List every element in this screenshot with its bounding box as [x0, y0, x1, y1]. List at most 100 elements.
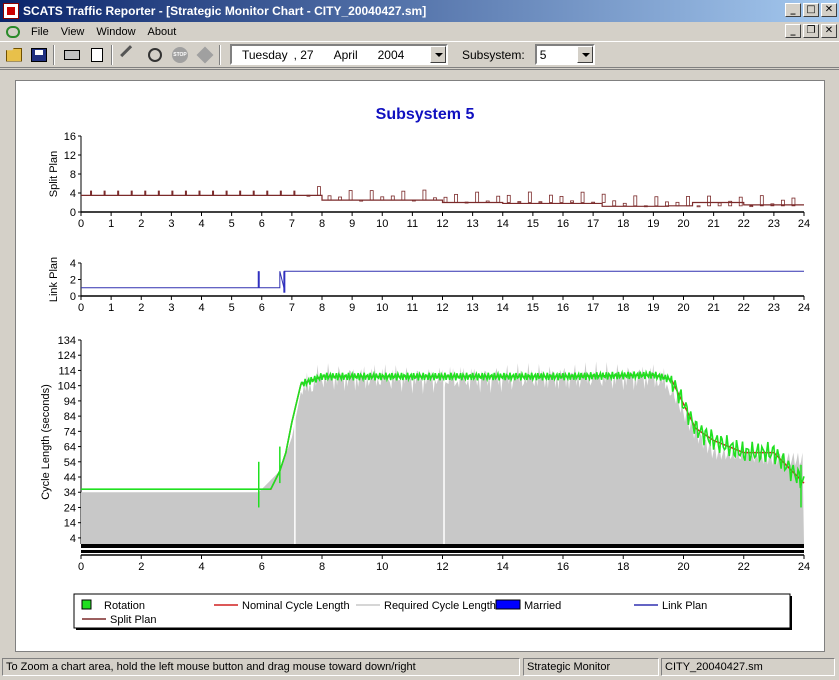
print-button[interactable] [61, 44, 83, 66]
split-plan-step [475, 191, 480, 203]
y-tick-label-2: 64 [64, 442, 76, 454]
window-title: SCATS Traffic Reporter - [Strategic Moni… [23, 4, 427, 18]
required-cycle-area [81, 361, 804, 544]
mdi-minimize-button[interactable]: _ [785, 24, 801, 38]
y-tick-label-0: 4 [70, 188, 76, 200]
tools-button[interactable] [119, 44, 141, 66]
x-tick-label-0: 20 [677, 218, 689, 230]
mdi-restore-button[interactable]: ❐ [803, 24, 819, 38]
x-tick-label-0: 23 [768, 218, 780, 230]
y-tick-label-0: 16 [64, 131, 76, 143]
close-button[interactable]: ✕ [821, 3, 837, 17]
legend-label-0: Rotation [104, 600, 145, 612]
split-plan-step [198, 190, 201, 196]
x-tick-label-0: 17 [587, 218, 599, 230]
split-plan-step [496, 195, 501, 203]
subsystem-dropdown-arrow[interactable] [576, 46, 593, 63]
toolbar-separator [111, 44, 113, 65]
y-axis-label-1: Link Plan [48, 257, 60, 302]
y-tick-label-0: 8 [70, 169, 76, 181]
split-plan-step [144, 190, 147, 196]
split-plan-step [225, 190, 228, 196]
x-tick-label-1: 18 [617, 302, 629, 314]
date-dropdown-arrow[interactable] [430, 46, 446, 63]
y-tick-label-0: 0 [70, 207, 76, 219]
chart-panel[interactable]: Subsystem 5 0 4 8 12 16 Split Plan 0 1 2 3 4 5 6 7 8 9 10… [15, 80, 825, 652]
y-tick-label-2: 94 [64, 396, 76, 408]
split-plan-step [749, 205, 754, 208]
x-tick-label-2: 6 [259, 561, 265, 573]
mdi-child-icon[interactable] [6, 25, 20, 38]
diamond-button[interactable] [194, 44, 216, 66]
x-tick-label-1: 12 [436, 302, 448, 314]
split-plan-step [130, 190, 133, 196]
y-tick-label-2: 34 [64, 487, 76, 499]
legend-label-5: Split Plan [110, 614, 156, 626]
x-tick-label-0: 9 [349, 218, 355, 230]
married-band [81, 544, 804, 548]
split-plan-step [654, 196, 659, 207]
y-tick-label-2: 84 [64, 411, 76, 423]
x-tick-label-1: 9 [349, 302, 355, 314]
save-icon [31, 47, 47, 62]
save-button[interactable] [28, 44, 50, 66]
split-plan-step [157, 190, 160, 196]
legend-label-4: Link Plan [662, 600, 707, 612]
y-tick-label-2: 4 [70, 533, 76, 545]
split-plan-step [738, 196, 743, 207]
split-plan-step [348, 190, 353, 201]
y-tick-label-2: 124 [58, 350, 76, 362]
y-tick-label-2: 134 [58, 335, 76, 347]
status-mode: Strategic Monitor [523, 658, 659, 676]
x-tick-label-1: 13 [467, 302, 479, 314]
menu-file[interactable]: File [25, 26, 55, 38]
menu-about[interactable]: About [142, 26, 183, 38]
y-axis-label-0: Split Plan [48, 151, 60, 197]
y-tick-label-2: 44 [64, 472, 76, 484]
date-picker[interactable]: Tuesday , 27 April 2004 [230, 44, 448, 65]
x-tick-label-0: 16 [557, 218, 569, 230]
print-preview-button[interactable] [86, 44, 108, 66]
chart-title: Subsystem 5 [376, 106, 475, 123]
split-plan-step [184, 190, 187, 196]
y-tick-label-2: 24 [64, 502, 76, 514]
menu-view[interactable]: View [55, 26, 91, 38]
split-plan-step [279, 190, 282, 196]
minimize-button[interactable]: _ [785, 3, 801, 17]
status-bar: To Zoom a chart area, hold the left mous… [0, 656, 839, 680]
split-plan-step [90, 190, 93, 196]
timer-button[interactable] [144, 44, 166, 66]
split-plan-step [570, 200, 574, 203]
split-plan-step [390, 195, 395, 201]
split-plan-line [81, 194, 804, 207]
x-tick-label-2: 16 [557, 561, 569, 573]
split-plan-step [549, 194, 553, 203]
x-tick-label-1: 20 [677, 302, 689, 314]
x-tick-label-0: 18 [617, 218, 629, 230]
split-plan-step [171, 190, 174, 196]
app-icon[interactable] [3, 3, 19, 19]
split-plan-step [293, 190, 296, 196]
split-plan-step [327, 195, 332, 201]
menu-window[interactable]: Window [90, 26, 141, 38]
strategic-monitor-chart[interactable]: Subsystem 50481216Split Plan0 1 2 3 4 5 6 7 8 9 10… [16, 81, 824, 651]
mdi-close-button[interactable]: ✕ [821, 24, 837, 38]
x-tick-label-2: 12 [436, 561, 448, 573]
split-plan-step [696, 205, 701, 208]
split-plan-step [401, 190, 406, 201]
x-tick-label-1: 11 [407, 302, 418, 314]
y-tick-label-1: 2 [70, 275, 76, 287]
subsystem-select[interactable]: 5 [534, 44, 595, 65]
x-tick-label-0: 7 [289, 218, 295, 230]
open-button[interactable] [3, 44, 25, 66]
x-tick-label-0: 6 [259, 218, 265, 230]
toolbar-separator [219, 44, 221, 65]
x-tick-label-0: 10 [376, 218, 388, 230]
split-plan-step [239, 190, 242, 196]
x-tick-label-0: 13 [467, 218, 479, 230]
split-plan-step [601, 193, 606, 203]
toolbar-separator [53, 44, 55, 65]
maximize-button[interactable]: □ [803, 3, 819, 17]
x-tick-label-1: 3 [168, 302, 174, 314]
stop-button[interactable]: STOP [169, 44, 191, 66]
